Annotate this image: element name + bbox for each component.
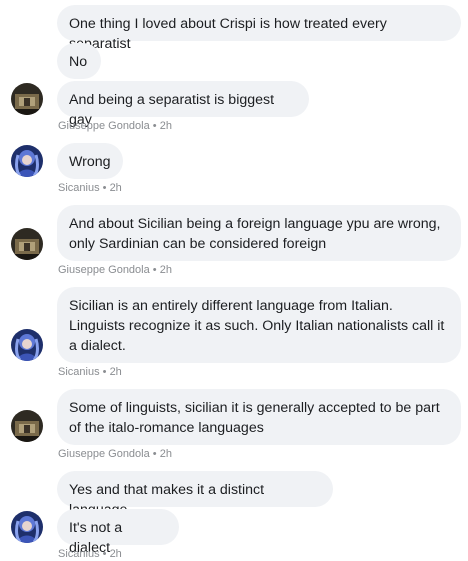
message-bubble[interactable]: Wrong: [57, 143, 123, 179]
message-bubble[interactable]: Some of linguists, sicilian it is genera…: [57, 389, 461, 445]
message-meta: Giuseppe Gondola • 2h: [58, 264, 172, 277]
author-name[interactable]: Sicanius: [58, 182, 100, 194]
timestamp[interactable]: 2h: [160, 448, 172, 460]
message-bubble[interactable]: And about Sicilian being a foreign langu…: [57, 205, 461, 261]
timestamp[interactable]: 2h: [160, 120, 172, 132]
timestamp[interactable]: 2h: [110, 366, 122, 378]
message-bubble[interactable]: No: [57, 43, 101, 79]
avatar-giuseppe[interactable]: [11, 228, 43, 260]
message-meta: Giuseppe Gondola • 2h: [58, 120, 172, 133]
timestamp[interactable]: 2h: [160, 264, 172, 276]
author-name[interactable]: Giuseppe Gondola: [58, 120, 150, 132]
meta-separator: •: [152, 264, 157, 276]
timestamp[interactable]: 2h: [110, 182, 122, 194]
author-name[interactable]: Giuseppe Gondola: [58, 264, 150, 276]
meta-separator: •: [152, 448, 157, 460]
author-name[interactable]: Sicanius: [58, 548, 100, 560]
meta-separator: •: [152, 120, 157, 132]
message-meta: Sicanius • 2h: [58, 548, 122, 561]
message-bubble[interactable]: And being a separatist is biggest gay: [57, 81, 309, 128]
meta-separator: •: [102, 182, 107, 194]
avatar-sicanius[interactable]: [11, 145, 43, 177]
avatar-giuseppe[interactable]: [11, 83, 43, 115]
author-name[interactable]: Sicanius: [58, 366, 100, 378]
author-name[interactable]: Giuseppe Gondola: [58, 448, 150, 460]
avatar-sicanius[interactable]: [11, 511, 43, 543]
meta-separator: •: [102, 366, 107, 378]
timestamp[interactable]: 2h: [110, 548, 122, 560]
message-meta: Sicanius • 2h: [58, 366, 122, 379]
avatar-giuseppe[interactable]: [11, 410, 43, 442]
message-bubble[interactable]: It's not a dialect: [57, 509, 179, 556]
message-bubble[interactable]: One thing I loved about Crispi is how tr…: [57, 5, 461, 52]
message-meta: Giuseppe Gondola • 2h: [58, 448, 172, 461]
message-bubble[interactable]: Sicilian is an entirely different langua…: [57, 287, 461, 363]
avatar-sicanius[interactable]: [11, 329, 43, 361]
meta-separator: •: [102, 548, 107, 560]
message-bubble[interactable]: Yes and that makes it a distinct languag…: [57, 471, 333, 518]
message-meta: Sicanius • 2h: [58, 182, 122, 195]
